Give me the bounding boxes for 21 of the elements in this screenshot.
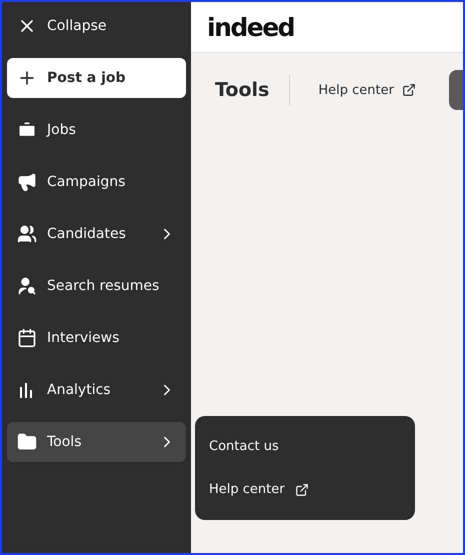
- people-icon: [17, 224, 37, 244]
- toolbar-button[interactable]: [449, 70, 463, 110]
- collapse-button[interactable]: Collapse: [7, 6, 186, 46]
- person-search-icon: [17, 276, 37, 296]
- nav-item[interactable]: Jobs: [7, 110, 186, 150]
- folder-icon: [17, 432, 37, 452]
- menu-item[interactable]: Help center: [209, 482, 401, 497]
- nav-item[interactable]: Tools: [7, 422, 186, 462]
- nav-item[interactable]: Analytics: [7, 370, 186, 410]
- post-job-button[interactable]: Post a job: [7, 58, 186, 98]
- calendar-icon: [17, 328, 37, 348]
- nav-item[interactable]: Campaigns: [7, 162, 186, 202]
- nav-item[interactable]: Interviews: [7, 318, 186, 358]
- help-link[interactable]: Help center: [318, 82, 416, 98]
- nav-item[interactable]: Candidates: [7, 214, 186, 254]
- logo[interactable]: indeed: [207, 12, 294, 42]
- nav-item[interactable]: Search resumes: [7, 266, 186, 306]
- menu-item[interactable]: Contact us: [209, 439, 401, 454]
- briefcase-icon: [17, 120, 37, 140]
- megaphone-icon: [17, 172, 37, 192]
- page-title: Tools: [215, 75, 290, 105]
